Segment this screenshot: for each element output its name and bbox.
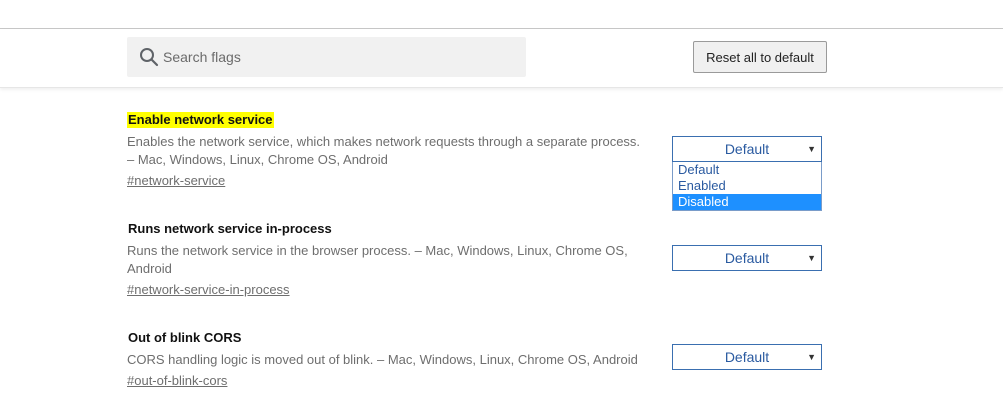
flag-link[interactable]: #out-of-blink-cors bbox=[127, 372, 227, 390]
flag-item-network-service: Enable network service Enables the netwo… bbox=[127, 111, 667, 190]
flags-page: Reset all to default Enable network serv… bbox=[0, 0, 1003, 399]
flag-link[interactable]: #network-service bbox=[127, 172, 225, 190]
flag-select-network-service-in-process[interactable]: Default ▼ bbox=[672, 245, 822, 271]
flag-select-out-of-blink-cors[interactable]: Default ▼ bbox=[672, 344, 822, 370]
chevron-down-icon: ▼ bbox=[807, 144, 816, 154]
search-input[interactable] bbox=[163, 37, 513, 77]
reset-all-button[interactable]: Reset all to default bbox=[693, 41, 827, 73]
chevron-down-icon: ▼ bbox=[807, 352, 816, 362]
search-box[interactable] bbox=[127, 37, 526, 77]
flag-description: CORS handling logic is moved out of blin… bbox=[127, 352, 638, 367]
search-icon bbox=[140, 48, 159, 67]
header-bar: Reset all to default bbox=[0, 29, 1003, 88]
select-value: Default bbox=[724, 141, 770, 157]
dropdown-option-disabled[interactable]: Disabled bbox=[673, 194, 821, 210]
select-value: Default bbox=[724, 349, 770, 365]
select-value: Default bbox=[724, 250, 770, 266]
flag-title: Out of blink CORS bbox=[128, 330, 242, 345]
flag-item-out-of-blink-cors: Out of blink CORS CORS handling logic is… bbox=[127, 329, 667, 390]
dropdown-option-enabled[interactable]: Enabled bbox=[673, 178, 821, 194]
dropdown-option-default[interactable]: Default bbox=[673, 162, 821, 178]
flag-title: Enable network service bbox=[127, 112, 274, 128]
flag-item-network-service-in-process: Runs network service in-process Runs the… bbox=[127, 220, 667, 299]
chevron-down-icon: ▼ bbox=[807, 253, 816, 263]
flag-title: Runs network service in-process bbox=[128, 221, 332, 236]
select-dropdown-list: Default Enabled Disabled bbox=[672, 162, 822, 211]
flag-link[interactable]: #network-service-in-process bbox=[127, 281, 290, 299]
flag-description: Runs the network service in the browser … bbox=[127, 243, 628, 276]
flag-select-network-service[interactable]: Default ▼ bbox=[672, 136, 822, 162]
flag-description: Enables the network service, which makes… bbox=[127, 134, 641, 167]
